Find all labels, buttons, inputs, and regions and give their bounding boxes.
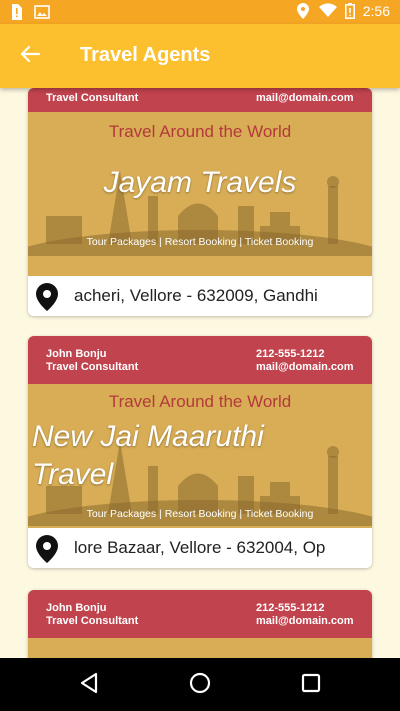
banner-email: mail@domain.com	[256, 615, 354, 627]
banner-person: John Bonju Travel Consultant	[46, 348, 138, 374]
agency-name: Jayam Travels	[103, 166, 297, 199]
battery-icon	[344, 3, 355, 19]
banner-role: Travel Consultant	[46, 92, 139, 104]
agents-list[interactable]: Travel Consultant mail@domain.com Travel…	[0, 88, 400, 658]
sim-alert-icon	[10, 4, 24, 20]
address-text: acheri, Vellore - 632009, Gandhi	[74, 286, 318, 305]
nav-home-button[interactable]	[185, 670, 215, 700]
banner-services: Tour Packages | Resort Booking | Ticket …	[86, 236, 314, 248]
agent-banner-image: John Bonju Travel Consultant 212-555-121…	[28, 336, 372, 528]
system-nav-bar	[0, 658, 400, 711]
map-pin-icon	[34, 534, 60, 564]
image-icon	[34, 4, 50, 20]
app-bar: Travel Agents	[0, 24, 400, 88]
banner-contact-strip: John Bonju Travel Consultant 212-555-121…	[28, 336, 372, 384]
banner-phone: 212-555-1212	[256, 602, 325, 614]
banner-email: mail@domain.com	[256, 92, 354, 104]
banner-role: Travel Consultant	[46, 361, 139, 373]
banner-tagline: Travel Around the World	[108, 392, 292, 411]
banner-contact: 212-555-1212 mail@domain.com	[256, 602, 354, 628]
banner-contact-strip: Travel Consultant mail@domain.com	[28, 88, 372, 112]
clock: 2:56	[362, 3, 390, 19]
banner-contact: 212-555-1212 mail@domain.com	[256, 348, 354, 374]
agent-card[interactable]: John Bonju Travel Consultant 212-555-121…	[28, 336, 372, 568]
address-row[interactable]: acheri, Vellore - 632009, Gandhi	[28, 276, 372, 316]
nav-back-button[interactable]	[74, 670, 104, 700]
banner-tagline: Travel Around the World	[108, 122, 292, 141]
home-circle-icon	[189, 672, 211, 698]
banner-services: Tour Packages | Resort Booking | Ticket …	[86, 508, 314, 520]
banner-email: mail@domain.com	[256, 361, 354, 373]
wifi-icon	[318, 3, 337, 19]
banner-contact-strip: John Bonju Travel Consultant 212-555-121…	[28, 590, 372, 638]
banner-phone: 212-555-1212	[256, 348, 325, 360]
back-triangle-icon	[79, 672, 99, 698]
page-title: Travel Agents	[80, 44, 211, 66]
agent-banner-image: Travel Consultant mail@domain.com Travel…	[28, 88, 372, 276]
banner-role: Travel Consultant	[46, 615, 139, 627]
nav-recents-button[interactable]	[296, 670, 326, 700]
address-text: lore Bazaar, Vellore - 632004, Op	[74, 538, 326, 557]
back-button[interactable]	[14, 40, 46, 72]
agency-name: New Jai Maaruthi Travel	[32, 420, 264, 491]
recents-square-icon	[301, 673, 321, 697]
agent-banner-image: John Bonju Travel Consultant 212-555-121…	[28, 590, 372, 658]
status-bar: 2:56	[0, 0, 400, 24]
banner-name: John Bonju	[46, 602, 107, 614]
location-icon	[296, 3, 311, 19]
address-row[interactable]: lore Bazaar, Vellore - 632004, Op	[28, 528, 372, 568]
map-pin-icon	[34, 282, 60, 312]
banner-person: John Bonju Travel Consultant	[46, 602, 138, 628]
agent-card[interactable]: John Bonju Travel Consultant 212-555-121…	[28, 590, 372, 658]
arrow-back-icon	[20, 45, 41, 67]
agent-card[interactable]: Travel Consultant mail@domain.com Travel…	[28, 88, 372, 316]
banner-name: John Bonju	[46, 348, 107, 360]
